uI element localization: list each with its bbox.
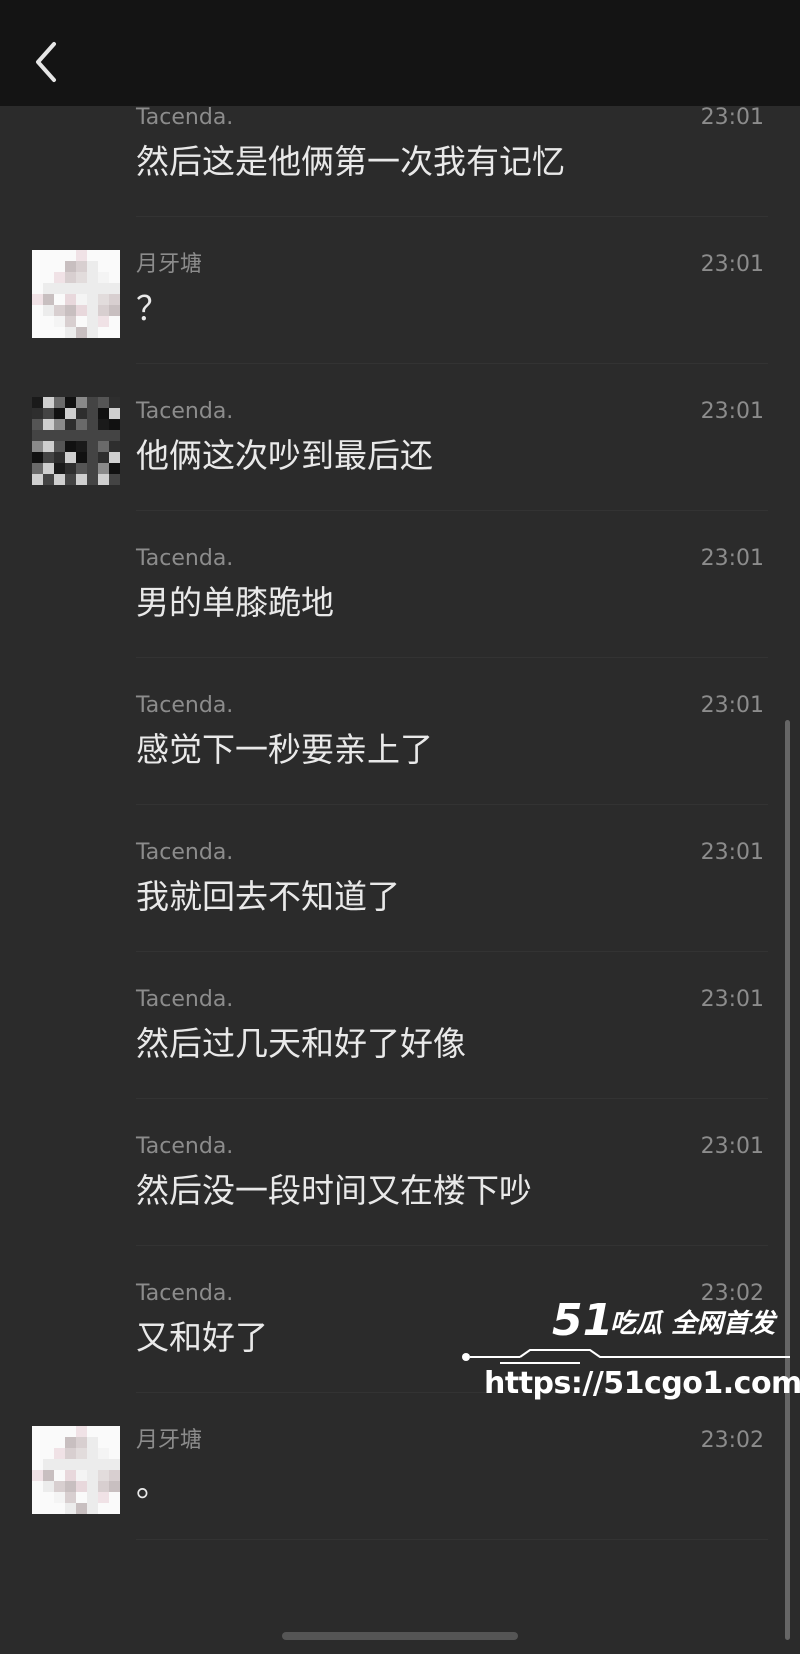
message-item[interactable]: Tacenda. 23:01 他俩这次吵到最后还 [0,364,800,511]
sender-name: Tacenda. [136,105,234,130]
watermark-tagline: 吃瓜 全网首发 [610,1309,776,1339]
sender-name: 月牙塘 [136,1428,203,1453]
scrollbar[interactable] [785,720,790,1640]
sender-name: 月牙塘 [136,252,203,277]
sender-name: Tacenda. [136,693,234,718]
message-time: 23:01 [700,987,764,1012]
message-text: 感觉下一秒要亲上了 [136,730,433,769]
message-time: 23:01 [700,105,764,130]
message-time: 23:02 [700,1428,764,1453]
message-text: 。 [136,1465,169,1504]
message-time: 23:01 [700,840,764,865]
message-text: 他俩这次吵到最后还 [136,436,433,475]
message-time: 23:01 [700,1134,764,1159]
home-indicator[interactable] [282,1632,518,1640]
message-item[interactable]: Tacenda. 23:01 然后没一段时间又在楼下吵 [0,1099,800,1246]
back-button[interactable] [30,38,66,86]
message-item[interactable]: Tacenda. 23:01 然后过几天和好了好像 [0,952,800,1099]
message-time: 23:01 [700,693,764,718]
message-time: 23:01 [700,399,764,424]
sender-name: Tacenda. [136,546,234,571]
sender-name: Tacenda. [136,1134,234,1159]
top-bar [0,0,800,106]
message-item[interactable]: 月牙塘 23:02 。 [0,1393,800,1540]
message-item[interactable]: Tacenda. 23:01 男的单膝跪地 [0,511,800,658]
sender-name: Tacenda. [136,1281,234,1306]
message-text: ？ [136,289,169,328]
watermark: 51 吃瓜 全网首发 https://51cgo1.com [460,1296,800,1406]
message-item[interactable]: Tacenda. 23:01 感觉下一秒要亲上了 [0,658,800,805]
message-text: 然后这是他俩第一次我有记忆 [136,142,565,181]
avatar[interactable] [32,397,120,485]
message-item[interactable]: Tacenda. 23:01 我就回去不知道了 [0,805,800,952]
sender-name: Tacenda. [136,399,234,424]
message-text: 男的单膝跪地 [136,583,334,622]
message-time: 23:01 [700,252,764,277]
message-text: 我就回去不知道了 [136,877,400,916]
chevron-left-icon [36,42,56,82]
watermark-logo: 51 [552,1295,614,1346]
message-text: 然后过几天和好了好像 [136,1024,466,1063]
sender-name: Tacenda. [136,987,234,1012]
avatar[interactable] [32,1426,120,1514]
message-item[interactable]: 月牙塘 23:01 ？ [0,217,800,364]
avatar[interactable] [32,250,120,338]
divider [136,1539,768,1540]
sender-name: Tacenda. [136,840,234,865]
watermark-url: https://51cgo1.com [484,1366,800,1401]
message-time: 23:01 [700,546,764,571]
message-text: 然后没一段时间又在楼下吵 [136,1171,532,1210]
message-text: 又和好了 [136,1318,268,1357]
